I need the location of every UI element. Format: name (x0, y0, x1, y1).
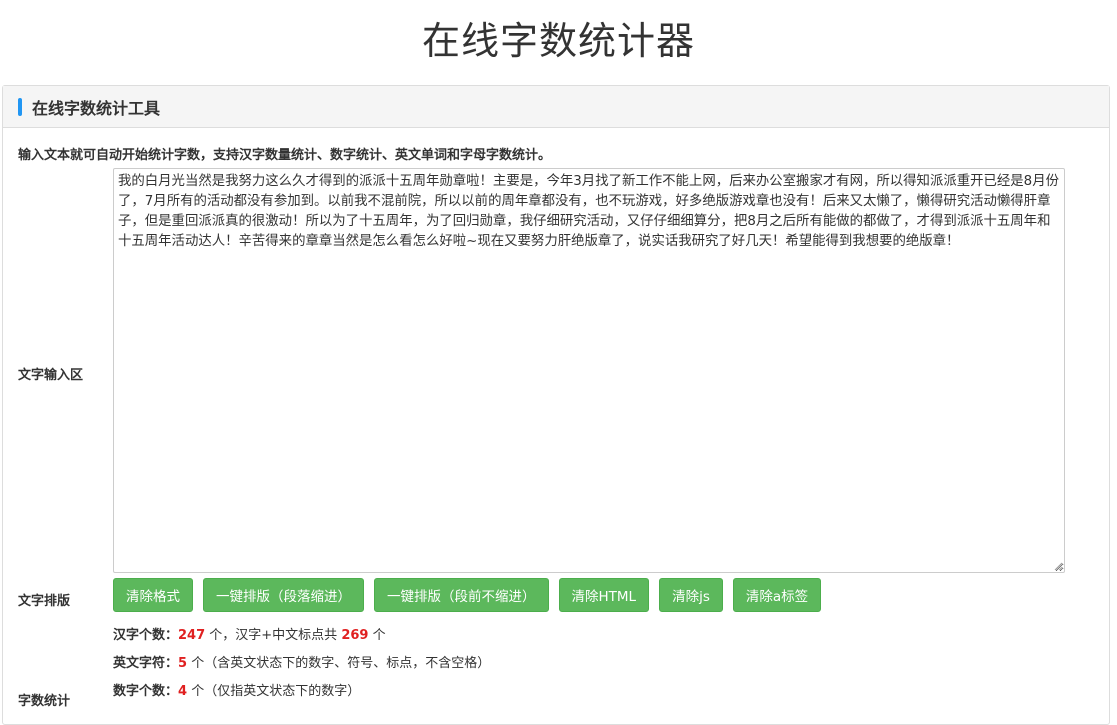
clear-format-button[interactable]: 清除格式 (113, 578, 193, 612)
heading-accent-bar (18, 97, 22, 116)
layout-no-indent-button[interactable]: 一键排版（段前不缩进） (374, 578, 549, 612)
digit-count-line: 数字个数：4 个（仅指英文状态下的数字） (113, 680, 360, 699)
counter-panel: 在线字数统计工具 输入文本就可自动开始统计字数，支持汉字数量统计、数字统计、英文… (2, 85, 1110, 725)
chinese-total-value: 269 (341, 628, 369, 643)
clear-html-button[interactable]: 清除HTML (558, 578, 650, 612)
resize-grip-icon[interactable] (1053, 561, 1063, 571)
chinese-count-line: 汉字个数：247 个，汉字+中文标点共 269 个 (113, 624, 386, 643)
panel-heading-text: 在线字数统计工具 (32, 98, 161, 118)
english-count-line: 英文字符：5 个（含英文状态下的数字、符号、标点，不含空格） (113, 652, 490, 671)
input-area-label: 文字输入区 (18, 368, 84, 383)
page-title: 在线字数统计器 (421, 19, 695, 63)
chinese-count-label: 汉字个数： (113, 628, 179, 643)
clear-a-tag-button[interactable]: 清除a标签 (732, 578, 822, 612)
english-count-value: 5 (178, 656, 188, 671)
clear-js-button[interactable]: 清除js (659, 578, 723, 612)
layout-label: 文字排版 (18, 594, 71, 609)
layout-indent-button[interactable]: 一键排版（段落缩进） (203, 578, 364, 612)
panel-heading: 在线字数统计工具 (3, 86, 1109, 128)
intro-text: 输入文本就可自动开始统计字数，支持汉字数量统计、数字统计、英文单词和字母字数统计… (18, 148, 552, 163)
text-input-content: 我的白月光当然是我努力这么久才得到的派派十五周年勋章啦！主要是，今年3月找了新工… (118, 174, 1059, 249)
toolbar-buttons: 清除格式 一键排版（段落缩进） 一键排版（段前不缩进） 清除HTML 清除js … (113, 578, 822, 612)
chinese-count-mid: 个，汉字+中文标点共 (205, 628, 342, 643)
text-input-area[interactable]: 我的白月光当然是我努力这么久才得到的派派十五周年勋章啦！主要是，今年3月找了新工… (113, 168, 1065, 573)
chinese-count-value: 247 (178, 628, 206, 643)
english-count-label: 英文字符： (113, 656, 179, 671)
english-count-suffix: 个（含英文状态下的数字、符号、标点，不含空格） (187, 656, 491, 671)
chinese-count-suffix: 个 (368, 628, 386, 643)
stats-label: 字数统计 (18, 694, 71, 709)
